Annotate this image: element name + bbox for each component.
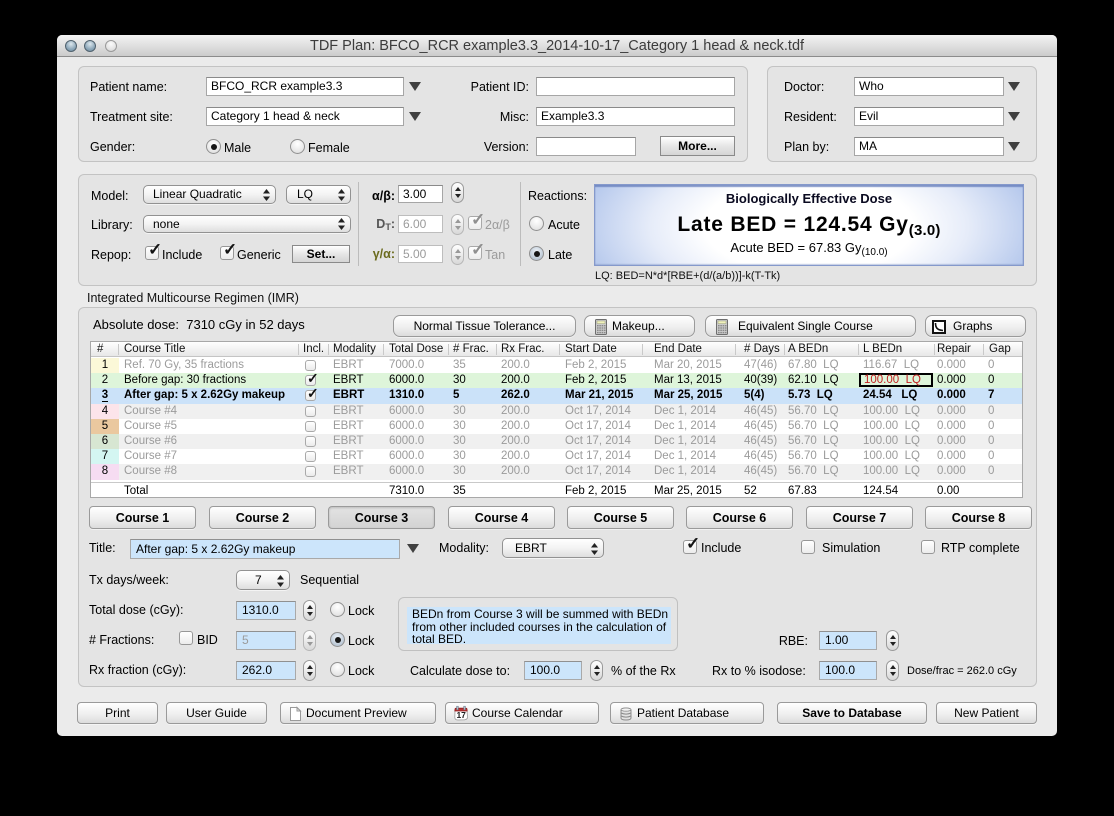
svg-text:17: 17 <box>456 710 466 720</box>
